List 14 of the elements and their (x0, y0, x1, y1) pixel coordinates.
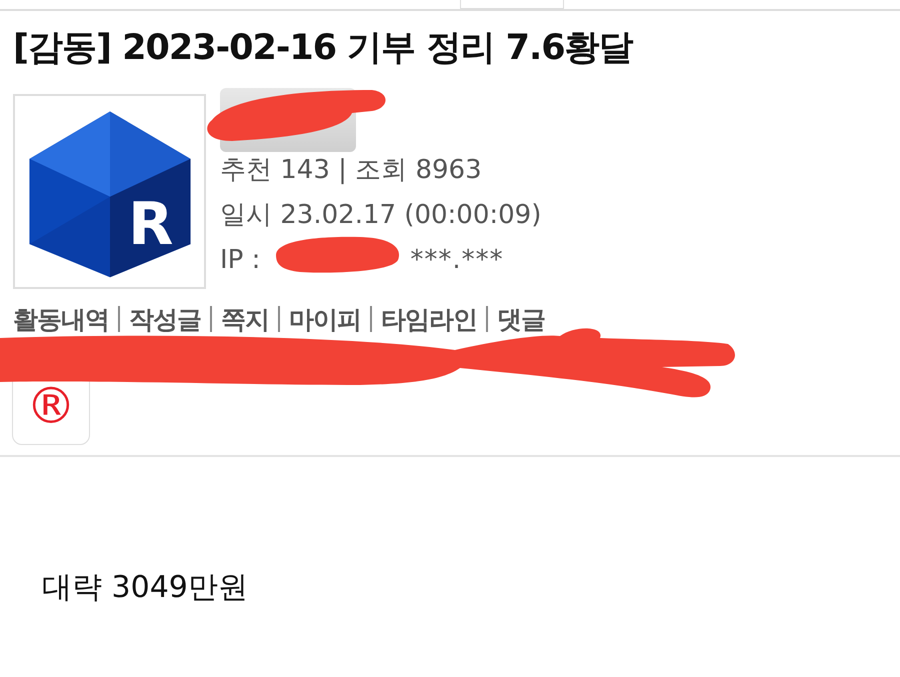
ip-address: ***.*** (410, 244, 504, 277)
profile-link[interactable]: 활동내역 (13, 302, 109, 336)
profile-link[interactable]: 작성글 (129, 302, 201, 336)
post-title: [감동] 2023-02-16 기부 정리 7.6황달 (13, 27, 634, 70)
avatar-logo: R (13, 94, 206, 289)
registered-mark: ® (26, 381, 76, 431)
post-stat: 일시 23.02.17 (00:00:09) (220, 199, 542, 232)
profile-link[interactable]: 댓글 (497, 302, 545, 336)
profile-link[interactable]: 마이피 (289, 302, 361, 336)
ip-label: IP : (220, 244, 260, 277)
post-body: 대략 3049만원 (42, 569, 249, 607)
profile-link[interactable]: 타임라인 (381, 302, 477, 336)
profile-link[interactable]: 쪽지 (221, 302, 269, 336)
post-stat: 추천 143 | 조회 8963 (220, 154, 482, 187)
